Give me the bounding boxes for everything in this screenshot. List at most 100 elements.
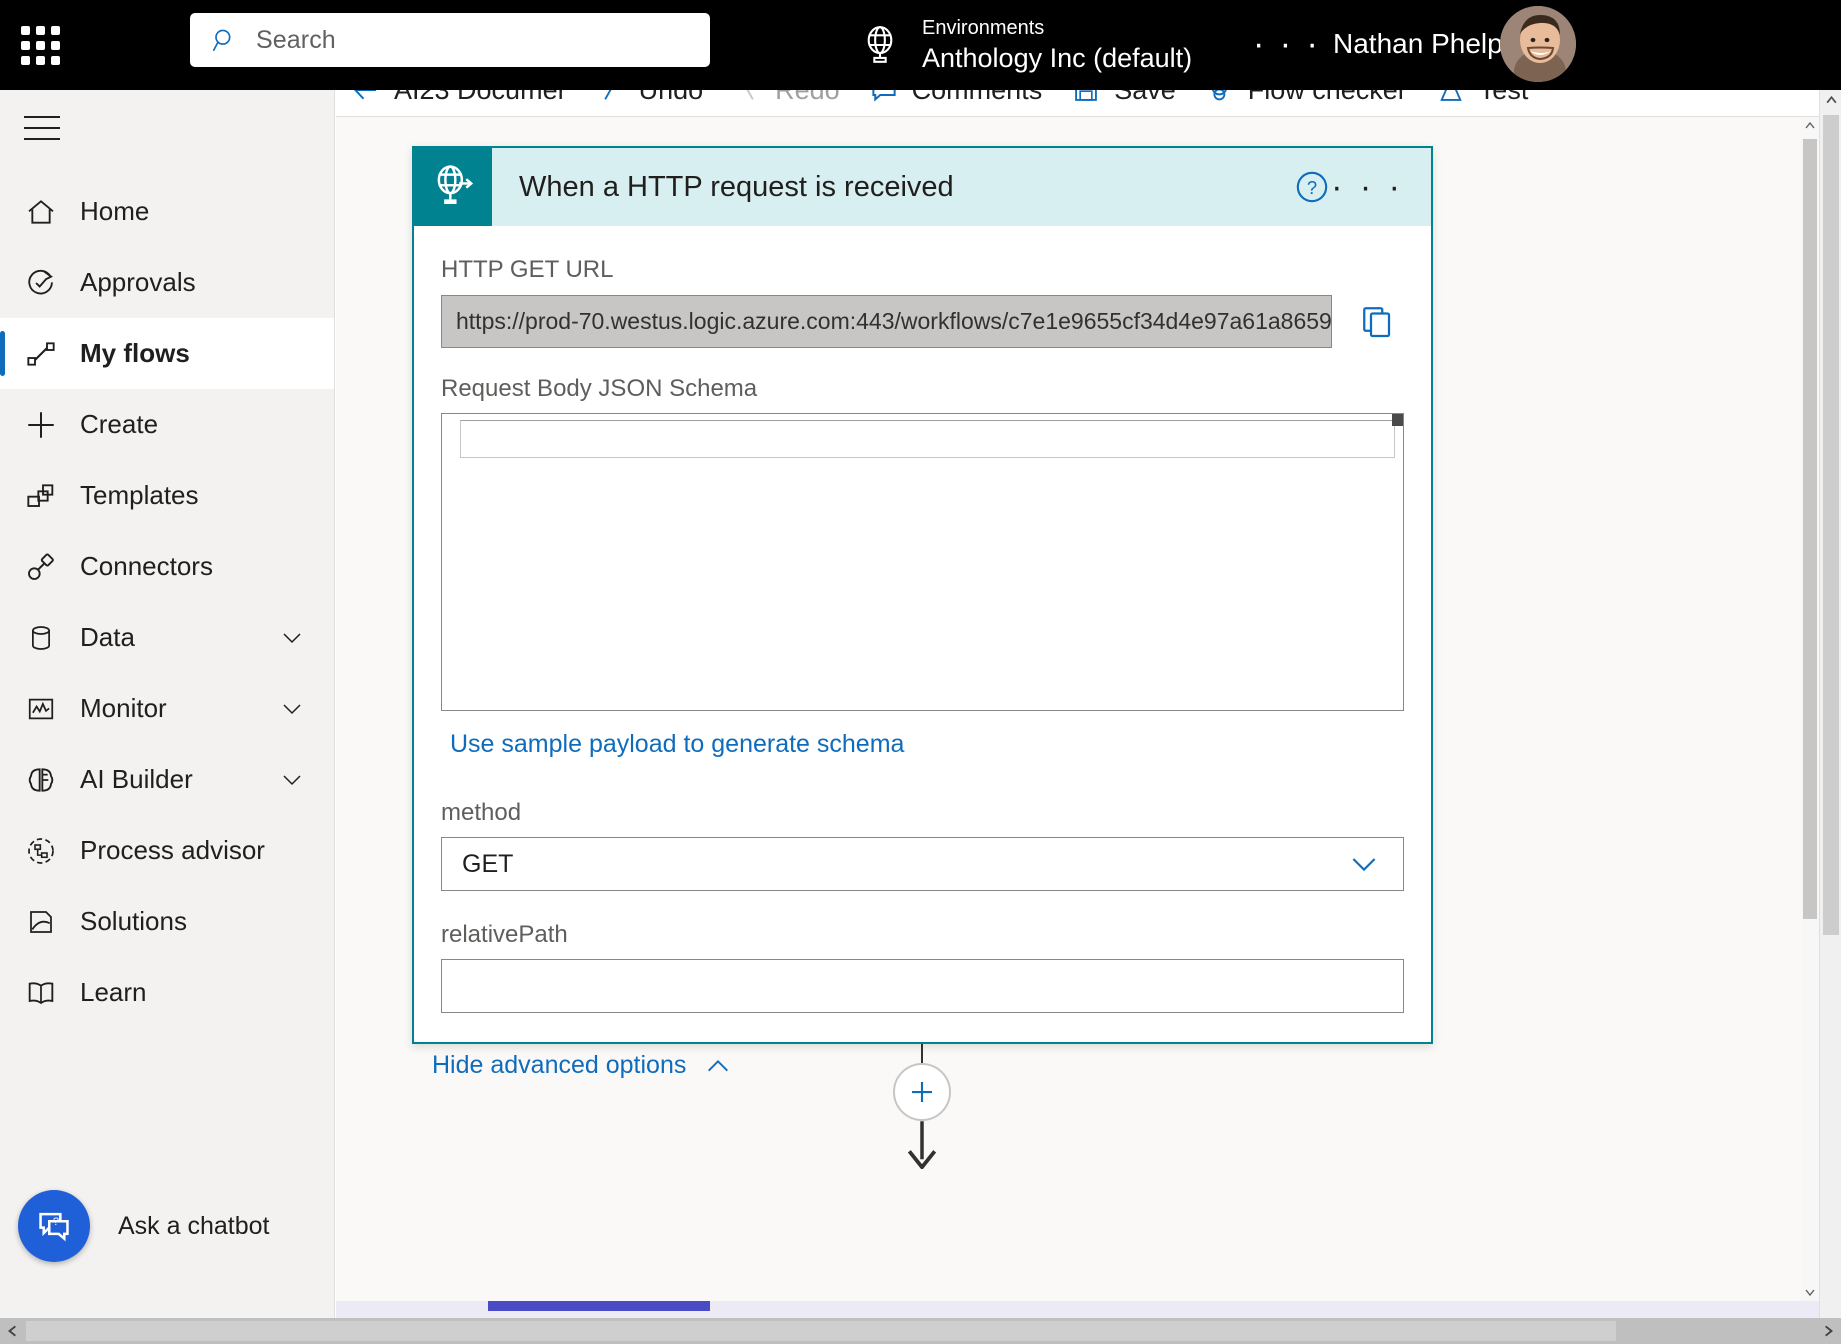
avatar[interactable]	[1500, 6, 1576, 82]
add-step-button[interactable]	[893, 1063, 951, 1121]
more-horizontal-icon[interactable]: · · ·	[1331, 170, 1404, 204]
save-label: Save	[1114, 90, 1176, 106]
book-icon	[24, 976, 58, 1010]
sidebar-item-templates[interactable]: Templates	[0, 460, 334, 531]
sidebar-item-process-advisor[interactable]: Process advisor	[0, 815, 334, 886]
sidebar-item-label: Data	[80, 622, 135, 652]
sidebar-item-my-flows[interactable]: My flows	[0, 318, 334, 389]
http-get-url-label: HTTP GET URL	[441, 256, 614, 283]
sidebar-item-label: Home	[80, 196, 150, 226]
back-arrow-icon	[350, 90, 382, 106]
svg-text:?: ?	[1307, 177, 1317, 198]
designer-hscroll-thumb[interactable]	[488, 1301, 710, 1311]
schema-editor-input[interactable]	[460, 420, 1395, 458]
svg-text:?: ?	[53, 1216, 59, 1228]
designer-scroll-thumb[interactable]	[1803, 139, 1817, 919]
app-launcher-icon[interactable]	[12, 17, 68, 73]
trigger-card-title: When a HTTP request is received	[519, 170, 954, 203]
designer-horizontal-scrollbar[interactable]	[336, 1301, 1819, 1318]
redo-icon	[731, 90, 763, 106]
sidebar-item-solutions[interactable]: Solutions	[0, 886, 334, 957]
save-icon	[1070, 90, 1102, 106]
scroll-up-button[interactable]	[1820, 90, 1841, 110]
sidebar-item-ai-builder[interactable]: AI Builder	[0, 744, 334, 815]
chevron-down-icon[interactable]	[1349, 849, 1379, 879]
help-circle-icon[interactable]: ?	[1295, 170, 1329, 204]
method-label: method	[441, 799, 522, 826]
sidebar-item-create[interactable]: Create	[0, 389, 334, 460]
comments-button[interactable]: Comments	[854, 90, 1057, 117]
relative-path-input[interactable]	[441, 959, 1404, 1013]
user-name-label[interactable]: Nathan Phelps	[1333, 22, 1517, 66]
sidebar-item-monitor[interactable]: Monitor	[0, 673, 334, 744]
ask-a-chatbot-button[interactable]: ? Ask a chatbot	[0, 1174, 335, 1278]
search-icon	[212, 29, 231, 51]
comments-label: Comments	[912, 90, 1043, 106]
sidebar-item-label: My flows	[80, 338, 190, 368]
trigger-card-body: HTTP GET URL https://prod-70.westus.logi…	[414, 226, 1431, 1080]
sidebar-item-label: Templates	[80, 480, 199, 510]
hamburger-menu-icon[interactable]	[24, 116, 70, 148]
templates-icon	[24, 479, 58, 513]
flow-designer-canvas: When a HTTP request is received ? · · · …	[336, 117, 1841, 1344]
sidebar-item-label: Monitor	[80, 693, 167, 723]
sidebar-item-label: Connectors	[80, 551, 213, 581]
flow-connector-line	[921, 1044, 923, 1063]
sidebar-item-label: Learn	[80, 977, 147, 1007]
trigger-card[interactable]: When a HTTP request is received ? · · · …	[412, 146, 1433, 1079]
environment-picker[interactable]: Environments Anthology Inc (default)	[860, 6, 1192, 84]
designer-scroll-up-button[interactable]	[1801, 117, 1819, 135]
comment-icon	[868, 90, 900, 106]
undo-button[interactable]: Undo	[581, 90, 718, 117]
chevron-down-icon[interactable]	[280, 626, 304, 650]
redo-label: Redo	[775, 90, 840, 106]
method-value: GET	[462, 849, 514, 878]
test-button[interactable]: Test	[1421, 90, 1543, 117]
environment-label: Environments	[922, 17, 1045, 39]
browser-horizontal-scrollbar[interactable]	[0, 1318, 1841, 1344]
flow-checker-button[interactable]: Flow checker	[1190, 90, 1421, 117]
test-label: Test	[1479, 90, 1529, 106]
sidebar-item-connectors[interactable]: Connectors	[0, 531, 334, 602]
scroll-right-button[interactable]	[1815, 1318, 1841, 1344]
chevron-up-icon	[708, 1059, 729, 1071]
command-bar-divider	[336, 116, 1841, 117]
schema-editor-scroll-nub[interactable]	[1392, 414, 1403, 426]
monitor-icon	[24, 692, 58, 726]
sidebar-item-label: Create	[80, 409, 159, 439]
back-button[interactable]: AI23 Documer	[336, 90, 581, 117]
trigger-card-header[interactable]: When a HTTP request is received ? · · ·	[414, 148, 1431, 226]
chatbot-icon: ?	[18, 1190, 90, 1262]
scroll-left-button[interactable]	[0, 1318, 26, 1344]
browser-vscroll-thumb[interactable]	[1823, 115, 1839, 935]
home-icon	[24, 195, 58, 229]
sidebar-item-label: Approvals	[80, 267, 196, 297]
chevron-down-icon[interactable]	[280, 768, 304, 792]
environment-name: Anthology Inc (default)	[922, 43, 1193, 73]
http-get-url-value[interactable]: https://prod-70.westus.logic.azure.com:4…	[441, 294, 1332, 348]
relative-path-label: relativePath	[441, 921, 568, 948]
connectors-icon	[24, 550, 58, 584]
method-select[interactable]: GET	[441, 837, 1404, 891]
designer-scroll-down-button[interactable]	[1801, 1283, 1819, 1301]
browser-vertical-scrollbar[interactable]	[1819, 90, 1841, 1344]
save-button[interactable]: Save	[1056, 90, 1190, 117]
redo-button: Redo	[717, 90, 854, 117]
sidebar-item-data[interactable]: Data	[0, 602, 334, 673]
copy-icon[interactable]	[1350, 294, 1404, 348]
search-input[interactable]: Search	[190, 13, 710, 67]
chevron-down-icon[interactable]	[280, 697, 304, 721]
request-body-schema-editor[interactable]	[441, 413, 1404, 711]
browser-hscroll-thumb[interactable]	[26, 1321, 1616, 1341]
sidebar-item-approvals[interactable]: Approvals	[0, 247, 334, 318]
suite-more-button[interactable]: · · ·	[1253, 24, 1321, 64]
use-sample-payload-link[interactable]: Use sample payload to generate schema	[450, 730, 904, 759]
undo-icon	[595, 90, 627, 106]
sidebar-item-learn[interactable]: Learn	[0, 957, 334, 1028]
hide-advanced-options-label: Hide advanced options	[432, 1051, 687, 1079]
designer-vertical-scrollbar[interactable]	[1801, 117, 1819, 1301]
sidebar-item-home[interactable]: Home	[0, 176, 334, 247]
request-body-schema-label: Request Body JSON Schema	[441, 375, 758, 402]
undo-label: Undo	[639, 90, 704, 106]
nav-list: Home Approvals My flows Create Templates…	[0, 176, 334, 1028]
